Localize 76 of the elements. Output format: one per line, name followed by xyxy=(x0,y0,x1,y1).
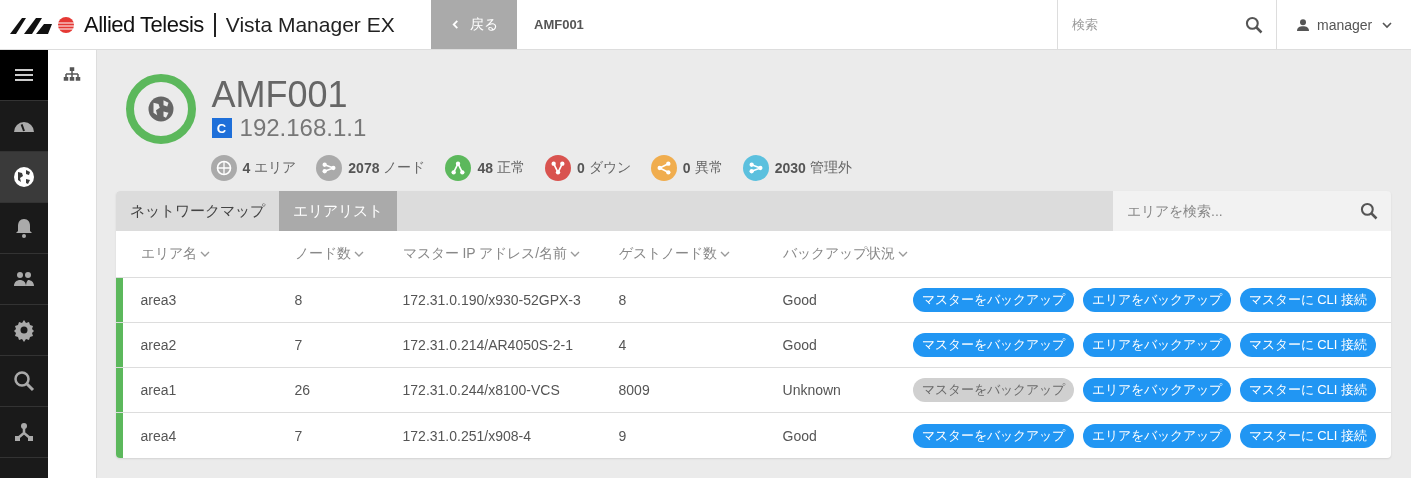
column-header[interactable]: ノード数 xyxy=(294,245,403,263)
brand-name: Allied Telesis xyxy=(84,12,216,37)
sitemap-icon[interactable] xyxy=(62,65,81,83)
nav-item[interactable] xyxy=(0,50,49,101)
controller-badge: C xyxy=(211,118,232,138)
stat-label: エリア xyxy=(254,159,297,177)
table-cell-text: area4 xyxy=(140,427,178,444)
table-cell-text: 8009 xyxy=(618,382,651,398)
nav-item[interactable] xyxy=(0,152,49,203)
action-button[interactable]: マスターをバックアップ xyxy=(912,333,1074,357)
tab[interactable]: エリアリスト xyxy=(278,191,397,231)
table-cell-text: Good xyxy=(782,427,818,444)
stat-count: 0 xyxy=(577,160,585,176)
stat-count: 0 xyxy=(682,160,691,176)
search-icon xyxy=(1244,14,1264,35)
stat-label: 管理外 xyxy=(809,159,852,177)
breadcrumb: AMF001 xyxy=(533,16,584,34)
action-button[interactable]: マスターをバックアップ xyxy=(912,423,1074,448)
table-cell-text: 172.31.0.190/x930-52GPX-3 xyxy=(402,292,582,308)
caret-icon xyxy=(1382,19,1393,30)
action-button[interactable]: エリアをバックアップ xyxy=(1082,288,1231,312)
column-header[interactable]: マスター IP アドレス/名前 xyxy=(402,245,619,263)
back-button[interactable]: 戻る xyxy=(431,0,517,49)
column-header[interactable]: エリア名 xyxy=(140,245,295,263)
table-cell-text: area1 xyxy=(140,382,178,398)
table-cell-text: 9 xyxy=(618,427,628,444)
action-button[interactable]: マスターをバックアップ xyxy=(912,288,1074,312)
caret-icon xyxy=(353,249,364,259)
table-cell-text: 172.31.0.214/AR4050S-2-1 xyxy=(402,337,574,353)
table-cell-text: area2 xyxy=(140,337,178,353)
column-header[interactable]: バックアップ状況 xyxy=(782,245,913,263)
stat-count: 4 xyxy=(242,160,251,176)
product-name: Vista Manager EX xyxy=(224,12,395,37)
stat-label: ダウン xyxy=(588,159,631,177)
table-cell-text: 4 xyxy=(618,337,628,353)
action-button[interactable]: マスターに CLI 接続 xyxy=(1239,423,1376,448)
stat-label: 正常 xyxy=(497,159,526,177)
search-field[interactable]: エリアを検索... xyxy=(1125,191,1359,231)
action-button[interactable]: エリアをバックアップ xyxy=(1082,333,1231,357)
table-cell-text: Good xyxy=(782,292,818,308)
chevron-left-icon xyxy=(450,20,460,29)
caret-icon xyxy=(199,249,210,259)
table-cell-text: 7 xyxy=(294,427,304,444)
search-icon xyxy=(12,369,37,393)
table-cell-text: Good xyxy=(782,337,818,353)
table-cell-text: Unknown xyxy=(782,382,842,398)
device-name: AMF001 xyxy=(211,76,349,114)
caret-icon xyxy=(570,249,581,259)
action-button[interactable]: マスターに CLI 接続 xyxy=(1239,288,1376,312)
action-button[interactable]: エリアをバックアップ xyxy=(1082,378,1231,402)
stat-count: 48 xyxy=(477,160,494,176)
stat-label: 異常 xyxy=(694,159,723,177)
search-icon xyxy=(1359,201,1379,221)
table-cell-text: 26 xyxy=(294,382,312,398)
search-field[interactable]: 検索 xyxy=(1070,0,1244,49)
search-box[interactable]: エリアを検索... xyxy=(1113,191,1391,231)
table-cell-text: 172.31.0.251/x908-4 xyxy=(402,427,532,444)
caret-icon xyxy=(897,249,908,259)
column-header[interactable]: ゲストノード数 xyxy=(618,245,783,263)
ip-address: 192.168.1.1 xyxy=(239,114,367,142)
table-cell-text: 172.31.0.244/x8100-VCS xyxy=(402,382,561,398)
action-button[interactable]: マスターに CLI 接続 xyxy=(1239,378,1376,402)
caret-icon xyxy=(719,249,730,259)
action-button[interactable]: マスターに CLI 接続 xyxy=(1239,333,1376,357)
action-button[interactable]: エリアをバックアップ xyxy=(1082,423,1231,448)
globe-icon xyxy=(12,165,37,189)
stat-count: 2030 xyxy=(774,160,806,176)
table-cell-text: area3 xyxy=(140,292,178,308)
tab[interactable]: ネットワークマップ xyxy=(115,191,279,231)
stat-label: ノード xyxy=(383,159,426,177)
settings-icon xyxy=(12,318,37,342)
table-cell-text: 8 xyxy=(294,292,304,308)
person-icon xyxy=(1295,16,1311,33)
table-cell-text: 7 xyxy=(294,337,304,353)
stat-count: 2078 xyxy=(348,160,380,176)
table-cell-text: 8 xyxy=(618,292,628,308)
